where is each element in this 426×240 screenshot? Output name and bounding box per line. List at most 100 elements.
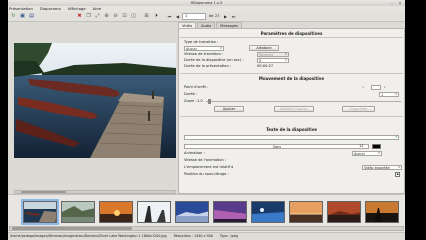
minimize-icon[interactable]: – <box>390 1 394 5</box>
slide-thumbnail[interactable] <box>213 201 247 223</box>
of-label: de <box>209 14 214 18</box>
animation-label: Animation : <box>184 151 205 155</box>
transition-type-select[interactable]: Aucun ▾ <box>184 46 224 51</box>
duplicate-icon[interactable]: ❐ <box>85 13 92 20</box>
delete-keyframe-button[interactable]: Supprimer <box>342 106 375 112</box>
position-relative-select[interactable]: Vidéo exportée ▾ <box>362 165 402 170</box>
toolbar: ↻ ▣ ▤ ✖ ❐ ⤢ ⊕ ⊖ ⊡ ◫ ⊞ ⏵ ⏮ ◀ 1 de 27 ▶ ⏭ <box>8 12 405 22</box>
thumbnail-image <box>252 202 284 222</box>
crop-icon[interactable]: ⊞ <box>143 13 150 20</box>
thumbnail-image <box>62 202 94 222</box>
chevron-down-icon: ▾ <box>378 151 380 155</box>
slide-text-input[interactable] <box>184 135 399 140</box>
chevron-down-icon: ▾ <box>398 165 400 169</box>
zoom-label: Zoom : <box>184 99 197 103</box>
thumbnail-image <box>24 202 56 222</box>
modify-keyframe-button[interactable]: Modifier l'option <box>274 106 314 112</box>
slide-thumbnail[interactable] <box>365 201 399 223</box>
slide-thumbnail-strip <box>8 194 405 232</box>
zoom-slider[interactable] <box>206 101 401 102</box>
start-point-label: Point d'arrêt : <box>184 85 209 89</box>
slide-duration-spin[interactable]: 5 ⇕ <box>257 58 289 63</box>
presentation-duration-value: 00:00:27 <box>257 64 274 68</box>
subtitle-position-label: Position du sous-titrage : <box>184 172 229 176</box>
font-select[interactable]: Sans <box>184 144 369 149</box>
resize-icon[interactable]: ⤢ <box>94 13 101 20</box>
motion-prev-icon[interactable]: ◂ <box>362 85 364 90</box>
preview-scrollbar-thumb[interactable] <box>21 191 66 193</box>
presentation-duration-label: Durée de la présentation : <box>184 64 232 68</box>
thumbnail-image <box>290 202 322 222</box>
animation-speed-label: Vitesse de l'animation : <box>184 158 227 162</box>
zoom-original-icon[interactable]: ◫ <box>130 13 137 20</box>
apply-text-icon[interactable]: ✔ <box>395 135 398 140</box>
app-window: ffDiaporama 1.x.5 – × Présentation Diapo… <box>8 0 405 240</box>
start-point-field[interactable] <box>371 85 381 90</box>
slide-thumbnail[interactable] <box>99 201 133 223</box>
slide-thumbnail[interactable] <box>327 201 361 223</box>
open-icon[interactable]: ▣ <box>19 13 26 20</box>
transition-speed-select[interactable]: Normale ▾ <box>257 52 289 57</box>
subtitle-position-button[interactable]: ▪ <box>395 172 400 177</box>
video-tab-panel: Paramètres de diapositives Type de trans… <box>178 28 405 194</box>
thumbnail-image <box>214 202 246 222</box>
slide-thumbnail[interactable] <box>175 201 209 223</box>
text-color-swatch[interactable] <box>372 144 381 149</box>
slide-thumbnail[interactable] <box>61 201 95 223</box>
animation-select[interactable]: Aucun ▾ <box>352 151 382 156</box>
play-icon[interactable]: ⏵ <box>153 13 160 20</box>
thumbnail-image <box>138 202 170 222</box>
slide-thumbnail[interactable] <box>21 199 59 225</box>
random-transition-button[interactable]: Aléatoire <box>249 45 279 51</box>
close-icon[interactable]: × <box>398 1 402 5</box>
text-section-title: Texte de la diapositive <box>266 127 317 132</box>
lake-photo <box>14 43 176 158</box>
transition-section-title: Paramètres de diapositives <box>260 31 323 36</box>
thumbnail-scrollbar[interactable] <box>9 226 404 231</box>
section-divider <box>180 116 403 117</box>
delete-icon[interactable]: ✖ <box>76 13 83 20</box>
zoom-slider-handle[interactable] <box>208 99 211 104</box>
window-title: ffDiaporama 1.x.5 <box>190 1 223 5</box>
chevron-down-icon: ▾ <box>220 46 222 50</box>
spin-arrows-icon: ⇕ <box>284 58 288 62</box>
slide-thumbnail[interactable] <box>251 201 285 223</box>
position-relative-label: L'emplacement est relatif à <box>184 165 234 169</box>
slide-thumbnail[interactable] <box>289 201 323 223</box>
properties-panel: Vidéo Audio Messages Paramètres de diapo… <box>178 22 405 194</box>
motion-section-title: Mouvement de la diapositive <box>258 76 325 81</box>
transition-type-label: Type de transition : <box>184 40 219 44</box>
transition-speed-label: Vitesse de transition : <box>184 52 224 56</box>
image-type: Type : jpeg <box>219 234 238 238</box>
slide-duration-label: Durée de la diapositive (en sec) : <box>184 58 244 62</box>
chevron-down-icon: ▾ <box>285 52 287 56</box>
file-path: /home/pedago/Images/Windows/Imagination/… <box>10 234 167 238</box>
font-size-value: 12 <box>359 144 364 148</box>
zoom-in-icon[interactable]: ⊕ <box>103 13 110 20</box>
status-bar: /home/pedago/Images/Windows/Imagination/… <box>8 232 405 240</box>
motion-duration-spin[interactable]: 1 ⇕ <box>379 92 399 97</box>
first-slide-icon[interactable]: ⏮ <box>166 13 173 20</box>
slide-thumbnail[interactable] <box>137 201 171 223</box>
thumbnail-image <box>328 202 360 222</box>
total-slides: 27 <box>215 14 220 18</box>
last-slide-icon[interactable]: ⏭ <box>230 13 237 20</box>
section-divider <box>180 37 403 38</box>
new-icon[interactable]: ↻ <box>10 13 17 20</box>
section-divider <box>180 73 403 74</box>
slide-number-field[interactable]: 1 <box>182 13 206 20</box>
zoom-value: 1.0 <box>197 99 203 103</box>
save-icon[interactable]: ▤ <box>28 13 35 20</box>
prev-slide-icon[interactable]: ◀ <box>174 13 181 20</box>
slide-preview[interactable] <box>14 43 176 158</box>
thumbnail-image <box>176 202 208 222</box>
thumbnail-image <box>100 202 132 222</box>
spin-arrows-icon: ⇕ <box>394 92 398 96</box>
motion-duration-label: Durée : <box>184 92 198 96</box>
zoom-out-icon[interactable]: ⊖ <box>112 13 119 20</box>
zoom-fit-icon[interactable]: ⊡ <box>121 13 128 20</box>
next-slide-icon[interactable]: ▶ <box>222 13 229 20</box>
add-keyframe-button[interactable]: Ajouter <box>214 106 244 112</box>
motion-next-icon[interactable]: ▸ <box>384 85 386 90</box>
thumbnail-scrollbar-thumb[interactable] <box>12 227 132 230</box>
